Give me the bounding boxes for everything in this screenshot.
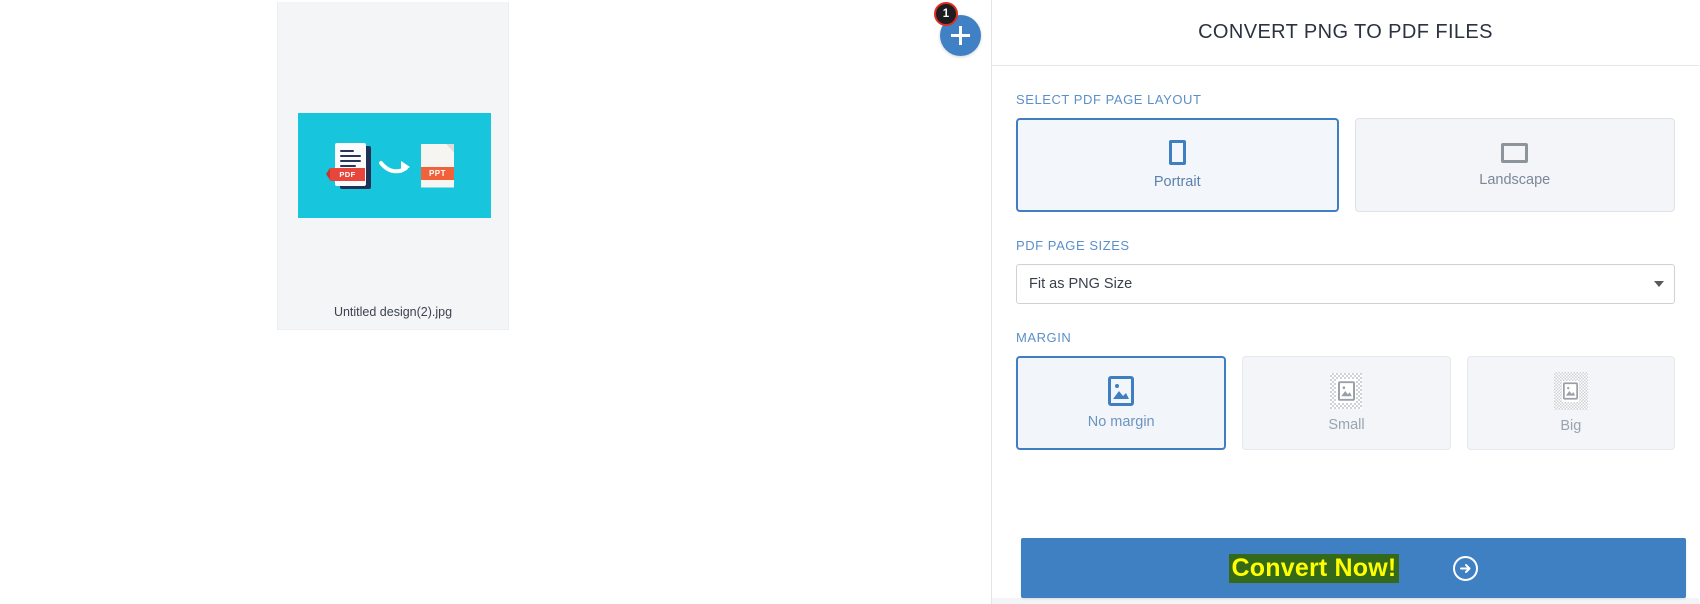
image-icon-big-margin xyxy=(1553,372,1588,410)
file-canvas: PDF PPT Untitled design(2).jpg 1 xyxy=(0,0,992,604)
landscape-page-icon xyxy=(1501,142,1529,163)
margin-option-big[interactable]: Big xyxy=(1466,356,1675,450)
portrait-page-icon xyxy=(1168,140,1186,165)
curved-arrow-right-icon xyxy=(379,160,410,173)
layout-option-landscape[interactable]: Landscape xyxy=(1354,118,1675,212)
image-icon xyxy=(1563,382,1579,400)
convert-now-label: Convert Now! xyxy=(1228,553,1400,583)
application-root: PDF PPT Untitled design(2).jpg 1 CONVERT… xyxy=(0,0,1700,604)
margin-section-label: MARGIN xyxy=(1016,330,1072,345)
ppt-document-icon: PPT xyxy=(421,143,454,188)
panel-bottom-strip xyxy=(992,598,1699,604)
page-size-section-label: PDF PAGE SIZES xyxy=(1016,238,1130,253)
margin-option-no-margin[interactable]: No margin xyxy=(1016,356,1227,450)
layout-option-portrait-label: Portrait xyxy=(1153,174,1201,190)
ppt-band-label: PPT xyxy=(421,166,454,180)
pdf-document-icon: PDF xyxy=(326,142,371,189)
page-size-selected-value: Fit as PNG Size xyxy=(1029,276,1133,292)
file-thumbnail: PDF PPT xyxy=(298,113,491,218)
margin-option-small-label: Small xyxy=(1328,417,1365,433)
plus-icon xyxy=(951,26,970,45)
pdf-ribbon-label: PDF xyxy=(326,167,365,181)
margin-option-no-margin-label: No margin xyxy=(1087,414,1155,430)
layout-section-label: SELECT PDF PAGE LAYOUT xyxy=(1016,92,1202,107)
convert-now-button[interactable]: Convert Now! xyxy=(1021,538,1686,598)
margin-section: MARGIN No margin Small Big xyxy=(992,330,1699,450)
margin-option-small[interactable]: Small xyxy=(1242,356,1451,450)
arrow-right-circle-icon xyxy=(1453,555,1479,581)
page-size-section: PDF PAGE SIZES Fit as PNG Size xyxy=(992,238,1699,304)
layout-option-landscape-label: Landscape xyxy=(1479,171,1551,188)
conversion-settings-panel: CONVERT PNG TO PDF FILES SELECT PDF PAGE… xyxy=(992,0,1699,604)
layout-section: SELECT PDF PAGE LAYOUT Portrait Landscap… xyxy=(992,92,1699,212)
file-name-label: Untitled design(2).jpg xyxy=(333,305,453,319)
image-icon-small-margin xyxy=(1330,373,1363,409)
image-icon xyxy=(1108,376,1135,406)
page-size-select[interactable]: Fit as PNG Size xyxy=(1016,264,1675,304)
panel-title: CONVERT PNG TO PDF FILES xyxy=(992,0,1699,66)
file-count-badge: 1 xyxy=(934,2,958,26)
layout-option-portrait[interactable]: Portrait xyxy=(1016,118,1339,212)
file-card[interactable]: PDF PPT Untitled design(2).jpg xyxy=(277,2,509,330)
image-icon xyxy=(1337,381,1355,401)
margin-option-big-label: Big xyxy=(1560,418,1582,434)
